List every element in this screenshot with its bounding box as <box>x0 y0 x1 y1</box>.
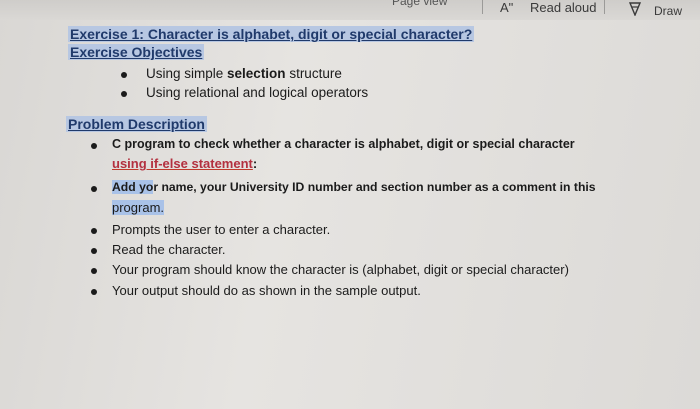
objective-item: Using relational and logical operators <box>146 85 369 100</box>
description-item: Prompts the user to enter a character. <box>112 222 331 237</box>
bullet-icon <box>91 289 97 295</box>
document-page: Exercise 1: Character is alphabet, digit… <box>0 0 700 409</box>
exercise-title: Exercise 1: Character is alphabet, digit… <box>68 26 475 42</box>
description-item: Read the character. <box>112 242 226 257</box>
objective-item: Using simple selection structure <box>146 66 342 81</box>
description-item-continuation: using if-else statement: <box>112 156 258 171</box>
bullet-icon <box>91 268 97 274</box>
description-item: Your program should know the character i… <box>112 262 569 277</box>
bullet-icon <box>121 91 127 97</box>
description-item: C program to check whether a character i… <box>112 137 575 151</box>
bullet-icon <box>121 72 127 78</box>
objectives-heading: Exercise Objectives <box>68 44 205 60</box>
bullet-icon <box>91 143 97 149</box>
description-item: Your output should do as shown in the sa… <box>112 283 421 298</box>
bullet-icon <box>91 228 97 234</box>
description-item-continuation: program. <box>112 200 165 215</box>
selected-text: Add yo <box>112 180 154 194</box>
problem-heading: Problem Description <box>66 116 207 132</box>
bullet-icon <box>91 186 97 192</box>
description-item: Add yor name, your University ID number … <box>112 180 596 194</box>
bullet-icon <box>91 248 97 254</box>
